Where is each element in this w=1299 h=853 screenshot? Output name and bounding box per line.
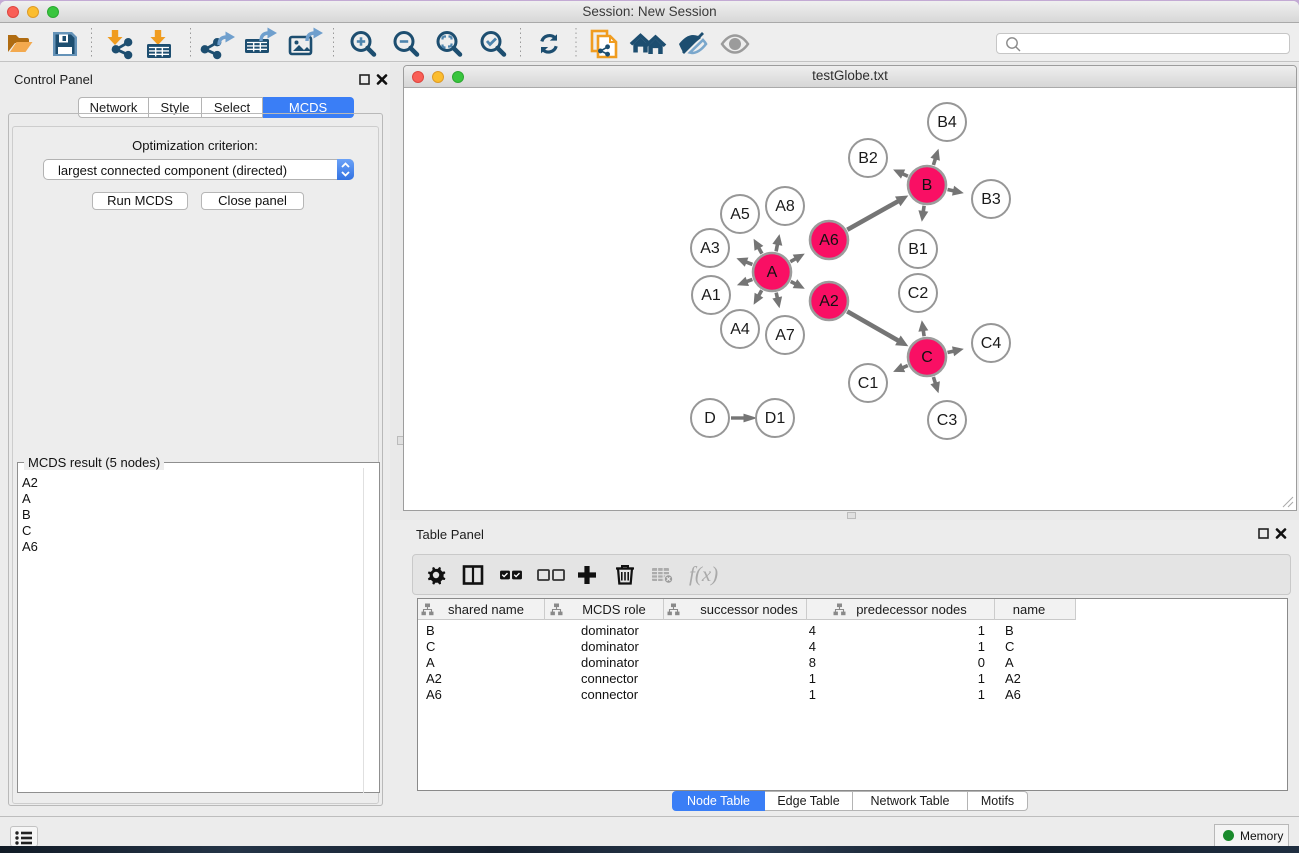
svg-text:A1: A1 <box>701 287 721 304</box>
svg-text:C3: C3 <box>937 412 958 429</box>
svg-text:C: C <box>921 349 933 366</box>
svg-text:A6: A6 <box>819 232 839 249</box>
svg-text:A4: A4 <box>730 321 750 338</box>
svg-text:C2: C2 <box>908 285 929 302</box>
svg-text:B1: B1 <box>908 241 928 258</box>
svg-text:A7: A7 <box>775 327 795 344</box>
svg-text:A: A <box>767 264 778 281</box>
svg-text:A3: A3 <box>700 240 720 257</box>
svg-text:B2: B2 <box>858 150 878 167</box>
svg-text:A2: A2 <box>819 293 839 310</box>
svg-text:C1: C1 <box>858 375 879 392</box>
svg-text:B3: B3 <box>981 191 1001 208</box>
svg-text:B: B <box>922 177 933 194</box>
svg-text:D1: D1 <box>765 410 786 427</box>
svg-text:B4: B4 <box>937 114 957 131</box>
svg-text:D: D <box>704 410 716 427</box>
svg-text:A5: A5 <box>730 206 750 223</box>
svg-text:A8: A8 <box>775 198 795 215</box>
svg-text:C4: C4 <box>981 335 1002 352</box>
